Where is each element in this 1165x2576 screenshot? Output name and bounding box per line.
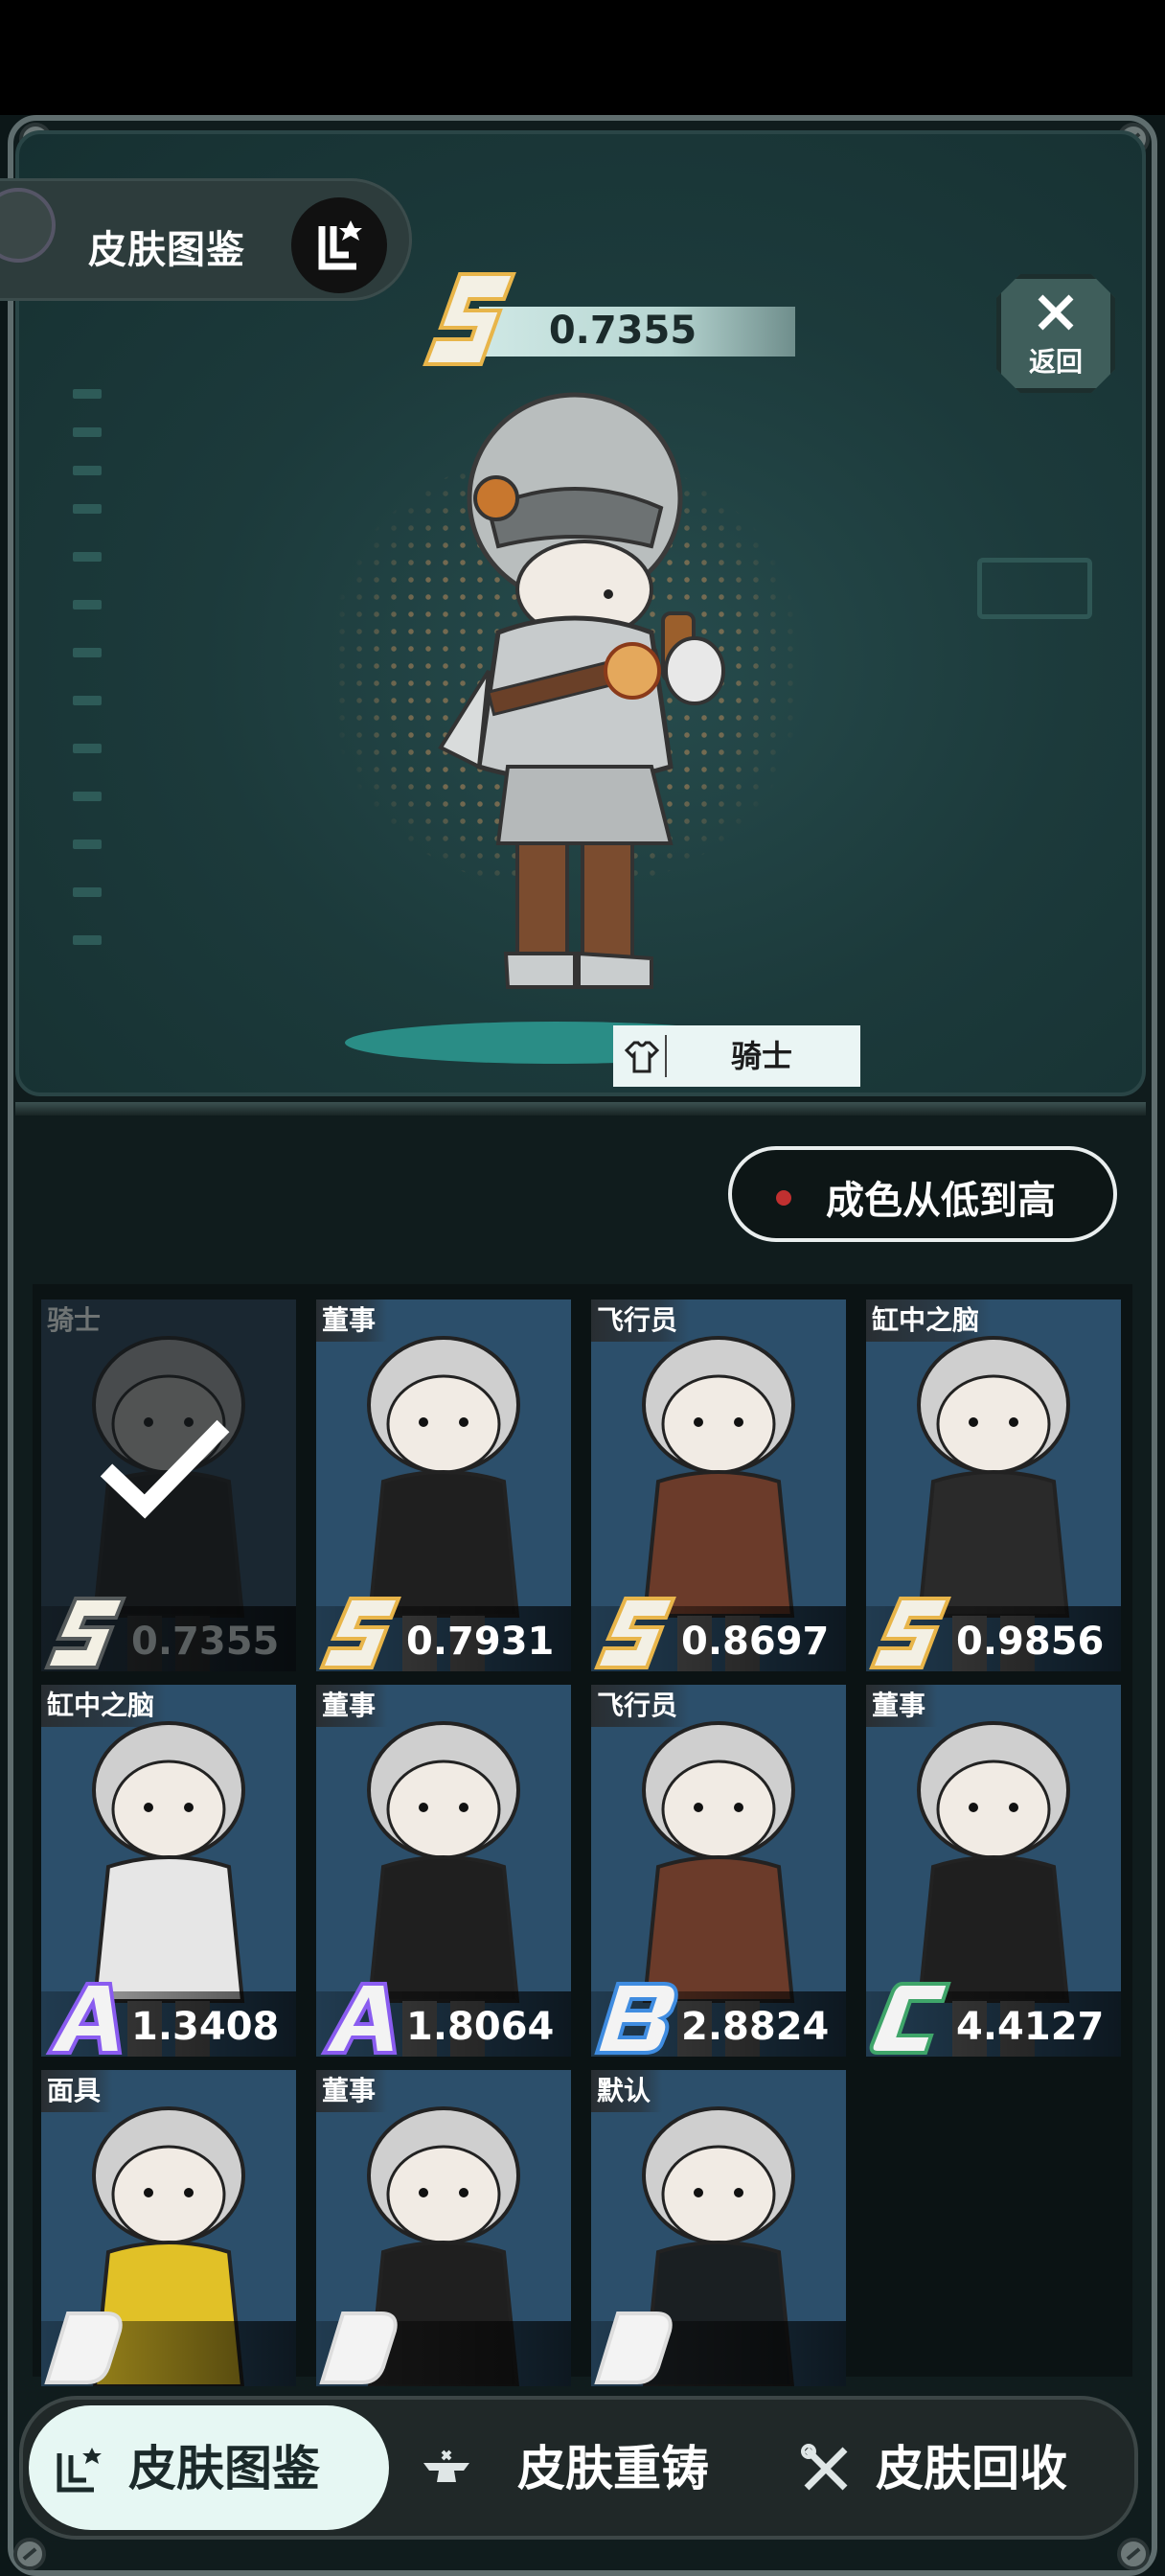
grade-a-icon	[320, 1982, 398, 2055]
skin-card-value: 4.4127	[956, 2005, 1105, 2049]
skin-card[interactable]: 骑士 0.7355	[41, 1300, 296, 1671]
skin-card[interactable]: 飞行员 0.8697	[591, 1300, 846, 1671]
skin-card-value: 1.8064	[406, 2005, 555, 2049]
grade-s-icon	[44, 1597, 126, 1669]
checkmark-icon	[100, 1419, 230, 1519]
grade-c-icon	[869, 1982, 951, 2055]
grade-a-icon	[45, 1982, 123, 2055]
shirt-icon	[624, 1041, 660, 1073]
status-bar	[0, 0, 1165, 115]
skin-card-value: 0.7355	[131, 1620, 280, 1664]
bolt-icon	[1117, 2538, 1150, 2570]
skin-card[interactable]: 飞行员 2.8824	[591, 1685, 846, 2057]
skin-card-name: 缸中之脑	[866, 1300, 992, 1342]
skin-card[interactable]: 董事 0.7931	[316, 1300, 571, 1671]
hud-tick	[73, 648, 102, 657]
tools-icon	[801, 2444, 848, 2491]
hud-tick	[73, 504, 102, 514]
skin-card-name: 董事	[316, 2070, 388, 2112]
grade-d-icon	[319, 2312, 398, 2384]
skin-card-value: 0.8697	[681, 1620, 830, 1664]
skin-card-name: 董事	[866, 1685, 938, 1727]
hud-tick	[73, 466, 102, 475]
sort-indicator-dot	[776, 1190, 791, 1206]
hud-tick	[73, 744, 102, 753]
skin-card-name: 董事	[316, 1300, 388, 1342]
hud-tick	[73, 792, 102, 801]
skin-card[interactable]: 缸中之脑 1.3408	[41, 1685, 296, 2057]
skin-card-name: 骑士	[47, 1304, 102, 1336]
page-title: 皮肤图鉴	[88, 228, 245, 272]
skin-name: 骑士	[730, 1038, 792, 1074]
grade-s-icon	[594, 1597, 676, 1669]
skin-value: 0.7355	[548, 309, 697, 353]
skin-book-icon	[318, 220, 362, 270]
tab-label: 皮肤重铸	[517, 2441, 709, 2496]
grade-d-icon	[44, 2312, 123, 2384]
bolt-icon	[13, 2538, 46, 2570]
skin-card[interactable]: 面具	[41, 2070, 296, 2386]
grade-s-icon	[319, 1597, 401, 1669]
hud-tick	[73, 427, 102, 437]
skin-card[interactable]: 董事 1.8064	[316, 1685, 571, 2057]
return-label: 返回	[1028, 346, 1083, 378]
close-x-icon	[1038, 294, 1074, 331]
hud-tick	[73, 887, 102, 897]
anvil-icon	[423, 2450, 469, 2482]
grade-s-icon	[869, 1597, 951, 1669]
tab-label: 皮肤图鉴	[128, 2441, 320, 2496]
grade-d-icon	[594, 2312, 673, 2384]
sort-label: 成色从低到高	[826, 1179, 1056, 1223]
skin-card-value: 1.3408	[131, 2005, 280, 2049]
skin-card-value: 0.9856	[956, 1620, 1105, 1664]
skin-card[interactable]: 董事	[316, 2070, 571, 2386]
skin-card-value: 2.8824	[681, 2005, 830, 2049]
hud-tick	[73, 389, 102, 399]
hud-tick	[73, 600, 102, 610]
skin-card-name: 面具	[41, 2070, 113, 2112]
skin-card-name: 缸中之脑	[41, 1685, 167, 1727]
name-divider	[665, 1035, 667, 1077]
tab-label: 皮肤回收	[876, 2441, 1067, 2496]
panel-divider	[15, 1102, 1146, 1116]
hud-tick	[73, 840, 102, 849]
grade-b-icon	[594, 1982, 678, 2055]
skin-card-value: 0.7931	[406, 1620, 555, 1664]
skin-card-name: 董事	[316, 1685, 388, 1727]
skin-book-button[interactable]	[291, 197, 387, 293]
skin-card-name: 飞行员	[591, 1300, 690, 1342]
skin-card-name: 默认	[591, 2070, 663, 2112]
skin-card[interactable]: 默认	[591, 2070, 846, 2386]
skin-card[interactable]: 董事 4.4127	[866, 1685, 1121, 2057]
skin-book-icon	[57, 2448, 102, 2493]
hud-tick	[73, 552, 102, 562]
hud-tick	[73, 696, 102, 705]
skin-card-name: 飞行员	[591, 1685, 690, 1727]
skin-card[interactable]: 缸中之脑 0.9856	[866, 1300, 1121, 1671]
hud-frame	[977, 558, 1092, 619]
knight-character	[438, 392, 725, 989]
hud-tick	[73, 935, 102, 945]
